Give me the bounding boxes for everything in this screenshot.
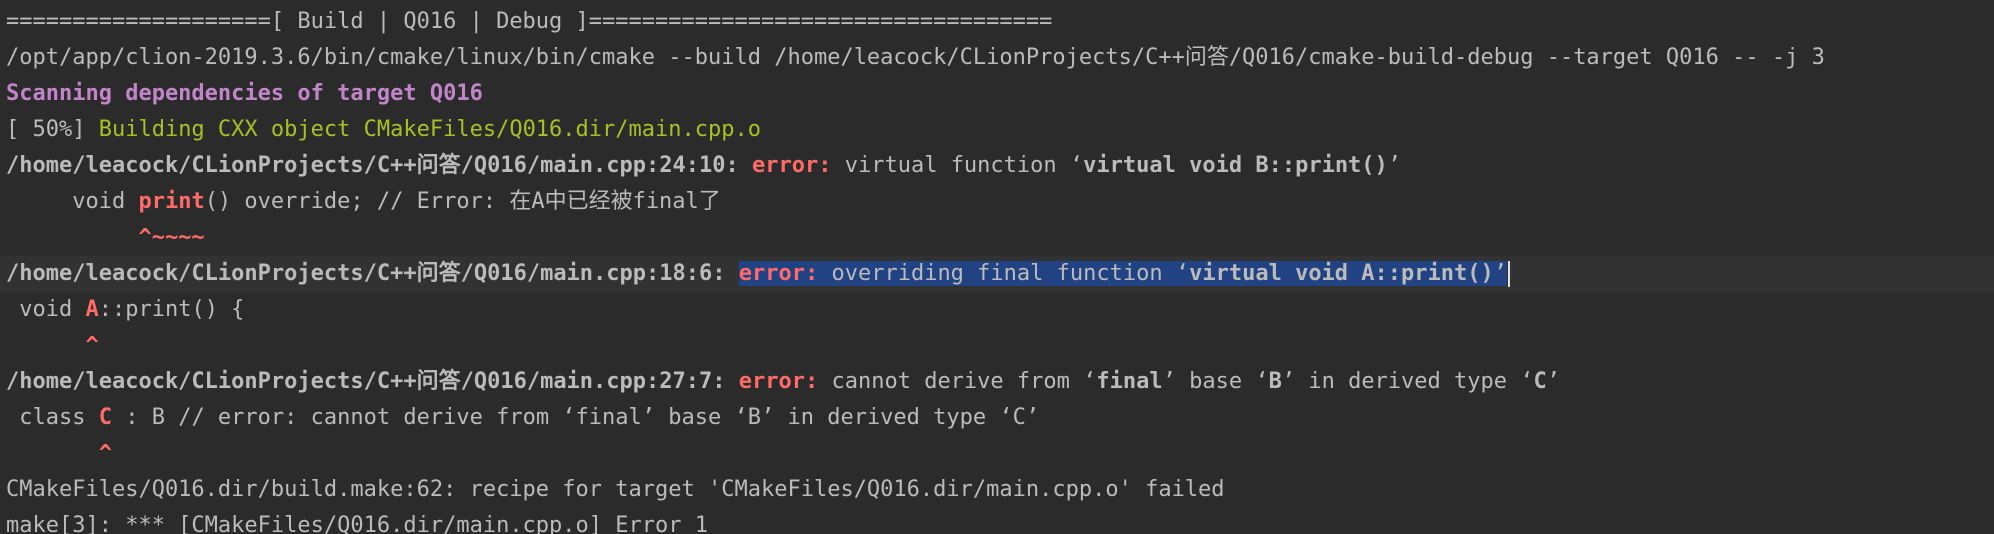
error-1-code-rest: () override; // Error: 在A中已经被final了: [204, 189, 721, 214]
error-2-message: overriding final function ‘: [818, 261, 1190, 286]
error-2-code-rest: ::print() {: [98, 297, 245, 322]
error-1-code-prefix: void: [6, 189, 139, 214]
error-1-code-line: void print() override; // Error: 在A中已经被f…: [6, 184, 721, 220]
text-caret: [1508, 261, 1510, 287]
error-1-line: /home/leacock/CLionProjects/C++问答/Q016/m…: [6, 148, 1401, 184]
error-1-marker: ^~~~~: [6, 225, 205, 250]
error-2-label: error:: [738, 261, 819, 286]
error-3-msg-a: cannot derive from ‘: [818, 369, 1097, 394]
error-3-code-prefix: class: [6, 405, 99, 430]
scanning-dependencies-line: Scanning dependencies of target Q016: [6, 81, 483, 106]
error-2-code-prefix: void: [6, 297, 86, 322]
error-2-code-highlight: A: [85, 297, 99, 322]
build-progress-percent: [ 50%]: [6, 117, 99, 142]
error-3-code-highlight: C: [98, 405, 112, 430]
error-1-function: virtual void B::print(): [1083, 153, 1388, 178]
error-3-line: /home/leacock/CLionProjects/C++问答/Q016/m…: [6, 364, 1560, 400]
cmake-command-line: /opt/app/clion-2019.3.6/bin/cmake/linux/…: [6, 45, 1825, 70]
error-2-location-link[interactable]: /home/leacock/CLionProjects/C++问答/Q016/m…: [6, 261, 739, 286]
error-3-code-rest: : B // error: cannot derive from ‘final’…: [111, 405, 1040, 430]
error-1-message-end: ’: [1387, 153, 1402, 178]
error-2-message-end: ’: [1493, 261, 1507, 286]
error-2-selection[interactable]: error: overriding final function ‘virtua…: [738, 261, 1507, 286]
error-2-code-line: void A::print() {: [6, 292, 244, 328]
error-3-location-link[interactable]: /home/leacock/CLionProjects/C++问答/Q016/m…: [6, 369, 739, 394]
error-3-msg-derived: C: [1533, 369, 1547, 394]
error-3-msg-final: final: [1096, 369, 1163, 394]
error-2-marker: ^: [6, 333, 99, 358]
error-3-code-line: class C : B // error: cannot derive from…: [6, 400, 1039, 436]
error-1-code-highlight: print: [138, 189, 205, 214]
error-2-function: virtual void A::print(): [1189, 261, 1494, 286]
make-error-line: make[3]: *** [CMakeFiles/Q016.dir/main.c…: [6, 513, 708, 534]
building-object-text: Building CXX object CMakeFiles/Q016.dir/…: [98, 117, 761, 142]
error-3-msg-e: ’ in derived type ‘: [1281, 369, 1534, 394]
error-3-msg-end: ’: [1546, 369, 1561, 394]
error-3-marker: ^: [6, 441, 112, 466]
build-header-line: ====================[ Build | Q016 | Deb…: [6, 9, 1053, 34]
error-1-message: virtual function ‘: [831, 153, 1084, 178]
recipe-failed-line: CMakeFiles/Q016.dir/build.make:62: recip…: [6, 477, 1225, 502]
building-object-line: [ 50%] Building CXX object CMakeFiles/Q0…: [6, 112, 761, 148]
error-3-msg-c: ’ base ‘: [1162, 369, 1269, 394]
error-2-line: /home/leacock/CLionProjects/C++问答/Q016/m…: [6, 256, 1510, 292]
build-output-console[interactable]: ====================[ Build | Q016 | Deb…: [0, 0, 1994, 534]
error-3-label: error:: [738, 369, 819, 394]
error-1-label: error:: [752, 153, 832, 178]
error-1-location-link[interactable]: /home/leacock/CLionProjects/C++问答/Q016/m…: [6, 153, 752, 178]
error-3-msg-base: B: [1268, 369, 1282, 394]
